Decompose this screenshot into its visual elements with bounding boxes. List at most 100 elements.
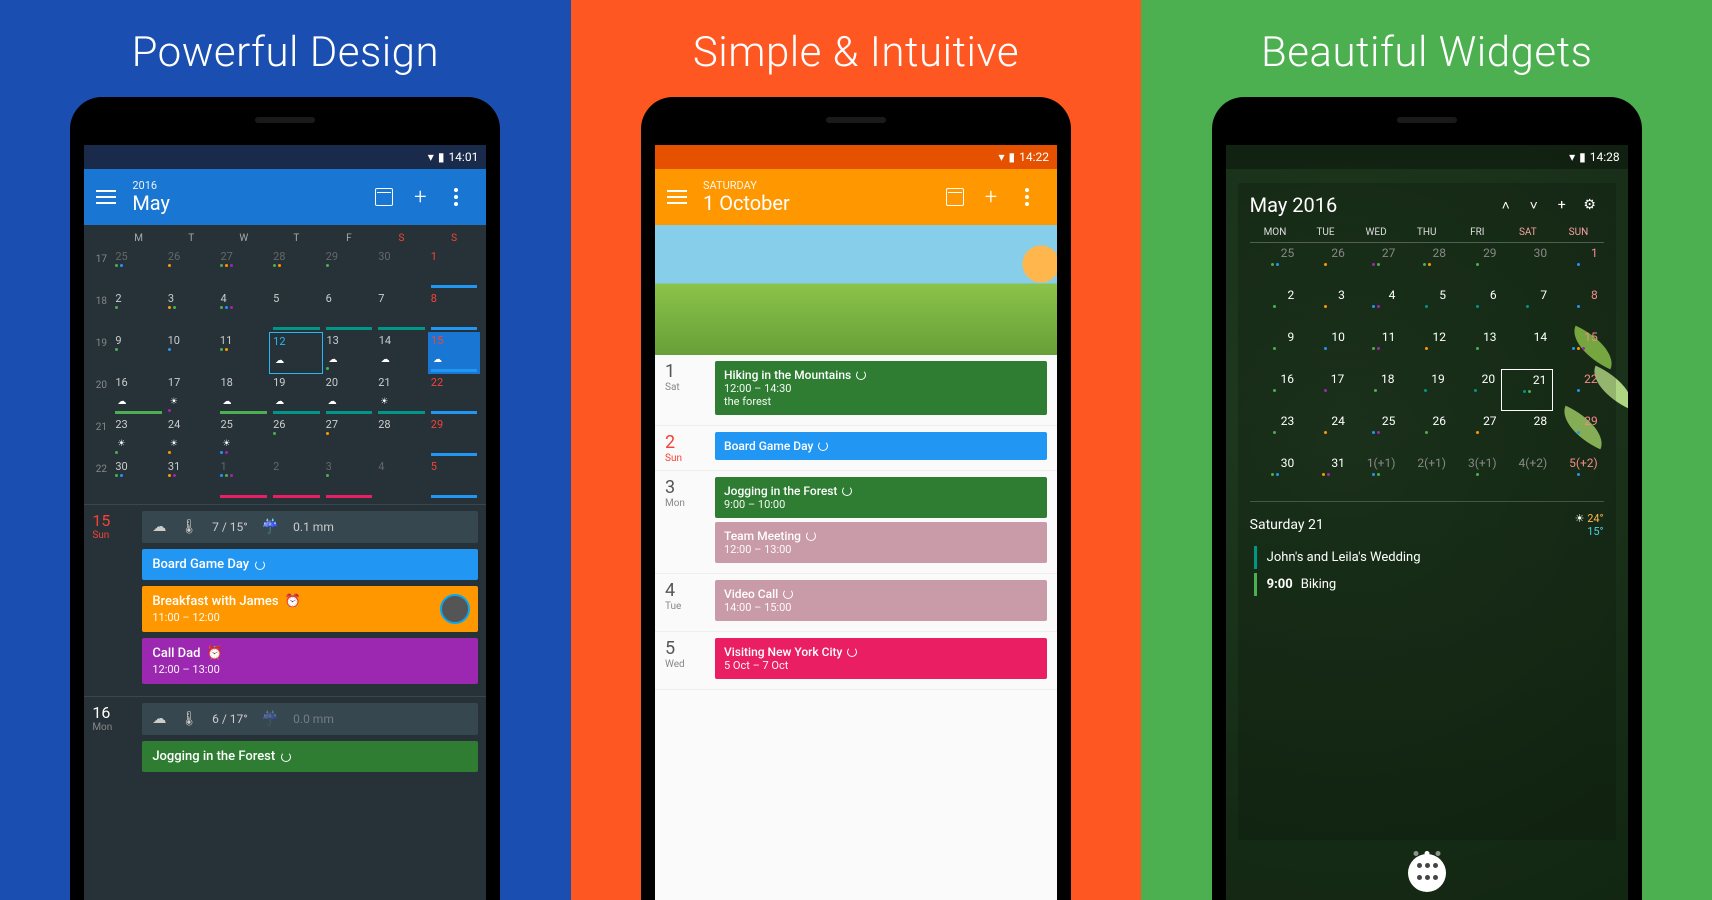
event-card[interactable]: Breakfast with James⏰ 11:00 – 12:00: [142, 586, 478, 632]
day-cell[interactable]: 29: [323, 248, 376, 290]
overflow-menu-button[interactable]: [438, 179, 474, 215]
day-cell[interactable]: 28: [375, 416, 428, 458]
sync-icon: [281, 752, 291, 762]
day-cell[interactable]: 8: [428, 290, 481, 332]
day-cell[interactable]: 13☁: [323, 332, 375, 374]
widget-event[interactable]: 9:00Biking: [1254, 573, 1604, 596]
week-row: 18 2 3 4 5 6 7 8: [90, 290, 480, 332]
widget-event[interactable]: John's and Leila's Wedding: [1254, 546, 1604, 569]
event-card[interactable]: Call Dad⏰ 12:00 – 13:00: [142, 638, 478, 684]
agenda-body: 1Sat Hiking in the Mountains 12:00 – 14:…: [655, 225, 1057, 900]
widget-day[interactable]: 25: [1250, 243, 1301, 285]
event-card[interactable]: Visiting New York City5 Oct – 7 Oct: [715, 638, 1047, 679]
rain-icon: ☔: [262, 519, 279, 535]
add-button[interactable]: +: [1548, 197, 1576, 213]
day-cell[interactable]: 22: [428, 374, 481, 416]
day-cell[interactable]: 31: [165, 458, 218, 500]
home-screen[interactable]: ▾ ▮ 14:28 May 2016 ˄ ˅ + ⚙: [1226, 145, 1628, 900]
day-cell[interactable]: 7: [375, 290, 428, 332]
add-event-button[interactable]: +: [402, 179, 438, 215]
app-title[interactable]: 2016 May: [132, 180, 366, 215]
settings-button[interactable]: ⚙: [1576, 197, 1604, 213]
prev-month-button[interactable]: ˄: [1492, 197, 1520, 214]
menu-icon[interactable]: [667, 190, 687, 204]
scenic-header: [655, 225, 1057, 355]
calendar-widget[interactable]: May 2016 ˄ ˅ + ⚙ MONTUEWEDTHUFRISATSUN 2…: [1238, 183, 1616, 840]
thermometer-icon: 🌡: [180, 711, 198, 727]
widget-day[interactable]: 28: [1401, 243, 1452, 285]
day-cell[interactable]: 1: [217, 458, 270, 500]
today-button[interactable]: [937, 179, 973, 215]
day-cell[interactable]: 16☁: [112, 374, 165, 416]
agenda-daynum: 15: [92, 511, 132, 530]
widget-day[interactable]: 27: [1351, 243, 1402, 285]
day-cell[interactable]: 20☁: [323, 374, 376, 416]
day-cell[interactable]: 29: [428, 416, 481, 458]
day-cell[interactable]: 30: [112, 458, 165, 500]
agenda-day: 15 Sun ☁ 🌡 7 / 15° ☔ 0.1 mm: [92, 511, 478, 690]
overflow-menu-button[interactable]: [1009, 179, 1045, 215]
day-cell[interactable]: 25: [112, 248, 165, 290]
widget-day[interactable]: 29: [1452, 243, 1503, 285]
day-cell[interactable]: 10: [165, 332, 217, 374]
day-cell[interactable]: 6: [323, 290, 376, 332]
widget-day[interactable]: 26: [1300, 243, 1351, 285]
day-cell[interactable]: 9: [112, 332, 164, 374]
day-cell[interactable]: 14☁: [376, 332, 428, 374]
temp-value: 7 / 15°: [212, 520, 248, 534]
day-cell[interactable]: 2: [270, 458, 323, 500]
rain-value: 0.1 mm: [293, 520, 334, 534]
day-cell[interactable]: 17☀: [165, 374, 218, 416]
day-cell[interactable]: 27: [217, 248, 270, 290]
event-card[interactable]: Board Game Day: [715, 432, 1047, 460]
month-grid: M T W T F S S 17 25 26 27 28 29 30: [84, 225, 486, 504]
day-cell[interactable]: 24☀: [165, 416, 218, 458]
day-cell-today[interactable]: 12☁: [269, 332, 323, 374]
weather-row[interactable]: ☁ 🌡 6 / 17° ☔ 0.0 mm: [142, 703, 478, 735]
day-cell[interactable]: 3: [165, 290, 218, 332]
day-cell[interactable]: 4: [375, 458, 428, 500]
event-card[interactable]: Team Meeting12:00 – 13:00: [715, 522, 1047, 563]
weather-row[interactable]: ☁ 🌡 7 / 15° ☔ 0.1 mm: [142, 511, 478, 543]
event-card[interactable]: Video Call14:00 – 15:00: [715, 580, 1047, 621]
day-cell[interactable]: 11: [217, 332, 269, 374]
day-cell-selected[interactable]: 15☁: [428, 332, 480, 374]
widget-day[interactable]: 1: [1553, 243, 1604, 285]
event-card[interactable]: Jogging in the Forest9:00 – 10:00: [715, 477, 1047, 518]
day-cell[interactable]: 27: [323, 416, 376, 458]
widget-day[interactable]: 30: [1503, 243, 1554, 285]
agenda-list[interactable]: 1Sat Hiking in the Mountains 12:00 – 14:…: [655, 355, 1057, 690]
day-cell[interactable]: 1: [428, 248, 481, 290]
event-card[interactable]: Board Game Day: [142, 549, 478, 580]
day-cell[interactable]: 26: [165, 248, 218, 290]
day-cell[interactable]: 21☀: [375, 374, 428, 416]
menu-icon[interactable]: [96, 190, 116, 204]
sync-icon: [856, 370, 866, 380]
day-cell[interactable]: 26: [270, 416, 323, 458]
app-drawer-button[interactable]: [1408, 854, 1446, 892]
day-cell[interactable]: 5: [270, 290, 323, 332]
event-card[interactable]: Hiking in the Mountains 12:00 – 14:30 th…: [715, 361, 1047, 415]
today-button[interactable]: [366, 179, 402, 215]
day-cell[interactable]: 4: [217, 290, 270, 332]
status-time: 14:22: [1019, 150, 1049, 164]
next-month-button[interactable]: ˅: [1520, 197, 1548, 214]
panel-title: Powerful Design: [132, 28, 440, 77]
app-title[interactable]: SATURDAY 1 October: [703, 180, 937, 215]
status-bar: ▾ ▮ 14:22: [655, 145, 1057, 169]
day-cell[interactable]: 2: [112, 290, 165, 332]
agenda-row: 3Mon Jogging in the Forest9:00 – 10:00 T…: [655, 471, 1057, 574]
day-cell[interactable]: 3: [323, 458, 376, 500]
day-cell[interactable]: 18☁: [217, 374, 270, 416]
widget-week: 25 26 27 28 29 30 1: [1250, 243, 1604, 285]
widget-title[interactable]: May 2016: [1250, 193, 1492, 217]
add-event-button[interactable]: +: [973, 179, 1009, 215]
event-card[interactable]: Jogging in the Forest: [142, 741, 478, 772]
day-cell[interactable]: 25☀: [217, 416, 270, 458]
day-cell[interactable]: 19☁: [270, 374, 323, 416]
widget-day-selected[interactable]: 21: [1501, 369, 1553, 411]
day-cell[interactable]: 30: [375, 248, 428, 290]
day-cell[interactable]: 23☀: [112, 416, 165, 458]
day-cell[interactable]: 5: [428, 458, 481, 500]
day-cell[interactable]: 28: [270, 248, 323, 290]
